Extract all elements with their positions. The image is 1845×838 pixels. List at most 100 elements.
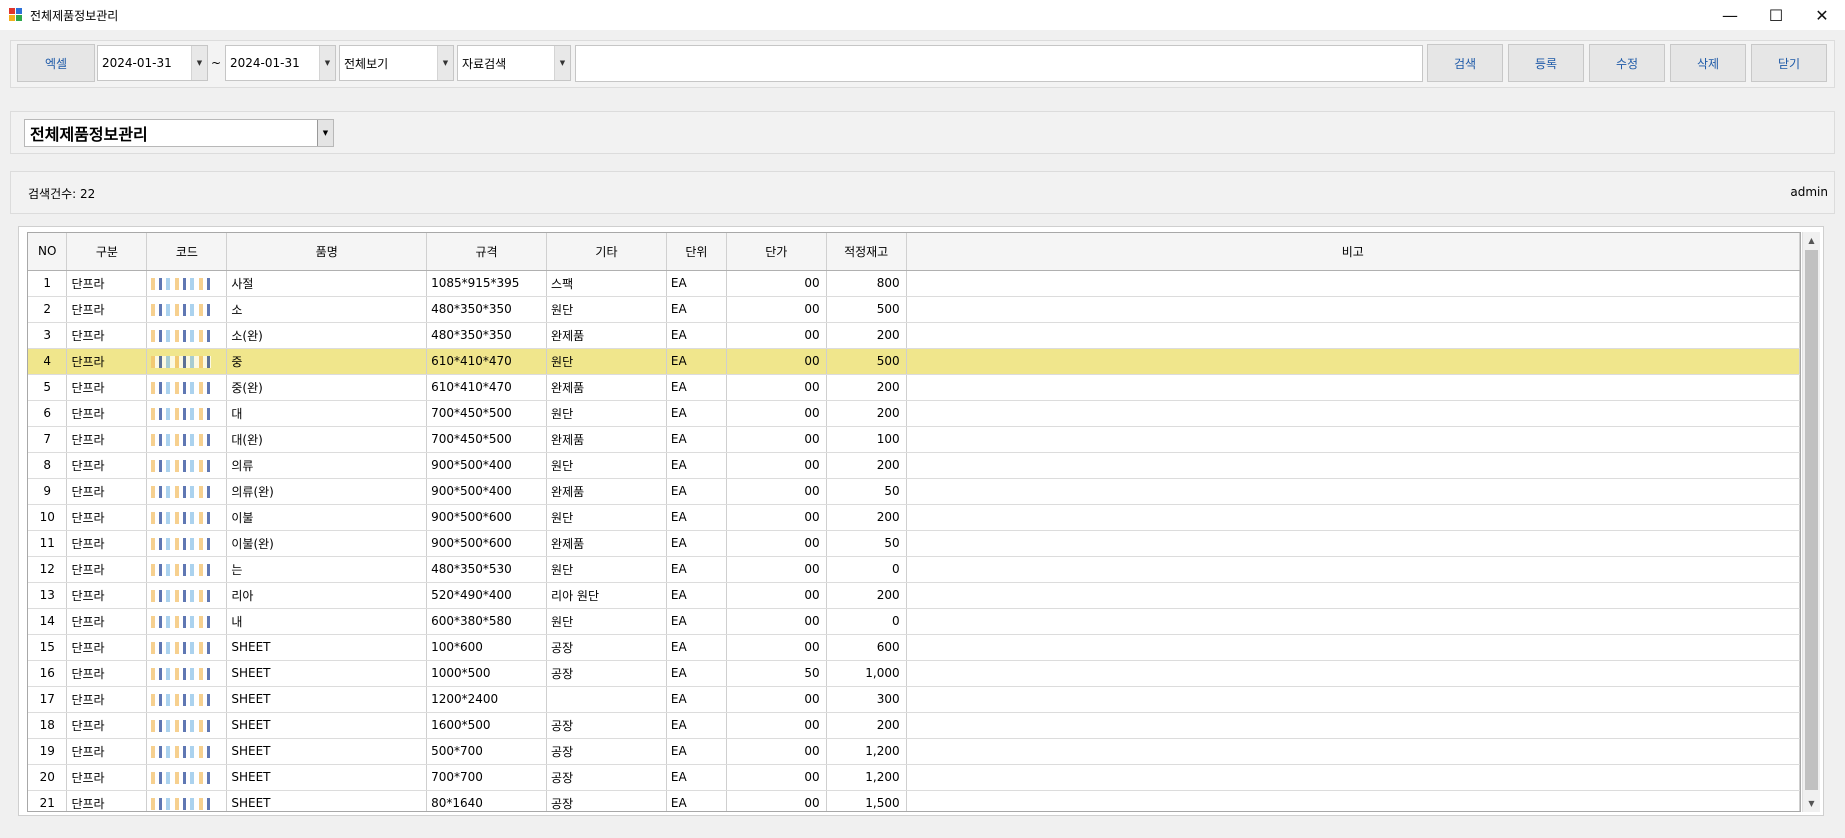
redacted-code [151, 641, 212, 654]
cell-etc: 원단 [546, 608, 667, 635]
scrollbar-thumb[interactable] [1805, 250, 1818, 790]
maximize-icon[interactable]: ☐ [1753, 0, 1799, 30]
cell-name: 의류 [226, 452, 428, 479]
scroll-up-icon[interactable]: ▲ [1803, 232, 1820, 249]
table-row[interactable]: 11 단프라 이불(완) 900*500*600 완제품 EA 00 50 [28, 530, 1800, 557]
chevron-down-icon[interactable]: ▼ [437, 46, 453, 80]
date-from-picker[interactable]: 2024-01-31 ▼ [97, 45, 208, 81]
table-row[interactable]: 2 단프라 소 480*350*350 원단 EA 00 500 [28, 296, 1800, 323]
cell-type: 단프라 [66, 400, 148, 427]
table-row[interactable]: 5 단프라 중(완) 610*410*470 완제품 EA 00 200 [28, 374, 1800, 401]
table-row[interactable]: 15 단프라 SHEET 100*600 공장 EA 00 600 [28, 634, 1800, 661]
cell-no: 10 [28, 504, 68, 531]
cell-name: 소(완) [226, 322, 428, 349]
chevron-down-icon[interactable]: ▼ [191, 46, 207, 80]
cell-etc: 리아 원단 [546, 582, 667, 609]
cell-spec: 100*600 [426, 634, 548, 661]
redacted-code [151, 563, 212, 576]
cell-unit: EA [666, 582, 727, 609]
product-grid[interactable]: NO 구분 코드 품명 규격 기타 단위 단가 적정재고 비고 1 단프라 사절 10… [27, 232, 1801, 812]
cell-spec: 700*450*500 [426, 426, 548, 453]
cell-price: 00 [726, 790, 827, 811]
redacted-code [151, 511, 212, 524]
table-row[interactable]: 12 단프라 는 480*350*530 원단 EA 00 0 [28, 556, 1800, 583]
table-row[interactable]: 3 단프라 소(완) 480*350*350 완제품 EA 00 200 [28, 322, 1800, 349]
cell-note [906, 322, 1800, 349]
column-header-type[interactable]: 구분 [66, 233, 148, 271]
cell-note [906, 530, 1800, 557]
scroll-down-icon[interactable]: ▼ [1803, 795, 1820, 812]
column-header-note[interactable]: 비고 [906, 233, 1800, 271]
table-row[interactable]: 1 단프라 사절 1085*915*395 스팩 EA 00 800 [28, 270, 1800, 297]
minimize-icon[interactable]: — [1707, 0, 1753, 30]
search-input[interactable] [575, 45, 1423, 82]
cell-no: 6 [28, 400, 68, 427]
cell-no: 14 [28, 608, 68, 635]
product-table: NO 구분 코드 품명 규격 기타 단위 단가 적정재고 비고 1 단프라 사절 10… [28, 233, 1800, 811]
search-mode-select[interactable]: 자료검색 ▼ [457, 45, 571, 81]
chevron-down-icon[interactable]: ▼ [319, 46, 335, 80]
column-header-stock[interactable]: 적정재고 [826, 233, 907, 271]
close-icon[interactable]: ✕ [1799, 0, 1845, 30]
column-header-unit[interactable]: 단위 [666, 233, 727, 271]
cell-etc: 원단 [546, 504, 667, 531]
table-row[interactable]: 20 단프라 SHEET 700*700 공장 EA 00 1,200 [28, 764, 1800, 791]
date-to-picker[interactable]: 2024-01-31 ▼ [225, 45, 336, 81]
table-row[interactable]: 7 단프라 대(완) 700*450*500 완제품 EA 00 100 [28, 426, 1800, 453]
table-row[interactable]: 21 단프라 SHEET 80*1640 공장 EA 00 1,500 [28, 790, 1800, 811]
cell-spec: 610*410*470 [426, 374, 548, 401]
cell-etc: 완제품 [546, 426, 667, 453]
app-window: 전체제품정보관리 — ☐ ✕ 엑셀 2024-01-31 ▼ ~ 2024-01… [0, 0, 1845, 838]
redacted-code [151, 693, 212, 706]
category-select[interactable]: 전체제품정보관리 ▼ [24, 119, 334, 147]
register-button[interactable]: 등록 [1508, 44, 1584, 82]
column-header-no[interactable]: NO [28, 233, 68, 271]
table-row[interactable]: 17 단프라 SHEET 1200*2400 EA 00 300 [28, 686, 1800, 713]
cell-spec: 520*490*400 [426, 582, 548, 609]
column-header-code[interactable]: 코드 [146, 233, 228, 271]
close-button[interactable]: 닫기 [1751, 44, 1827, 82]
table-row[interactable]: 6 단프라 대 700*450*500 원단 EA 00 200 [28, 400, 1800, 427]
cell-stock: 600 [826, 634, 907, 661]
cell-type: 단프라 [66, 452, 148, 479]
column-header-price[interactable]: 단가 [726, 233, 827, 271]
table-row[interactable]: 19 단프라 SHEET 500*700 공장 EA 00 1,200 [28, 738, 1800, 765]
cell-etc [546, 686, 667, 713]
cell-etc: 원단 [546, 452, 667, 479]
column-header-etc[interactable]: 기타 [546, 233, 667, 271]
column-header-name[interactable]: 품명 [226, 233, 428, 271]
cell-no: 11 [28, 530, 68, 557]
cell-stock: 1,500 [826, 790, 907, 811]
delete-button[interactable]: 삭제 [1670, 44, 1746, 82]
chevron-down-icon[interactable]: ▼ [317, 120, 333, 146]
cell-code [146, 426, 228, 453]
table-row[interactable]: 9 단프라 의류(완) 900*500*400 완제품 EA 00 50 [28, 478, 1800, 505]
edit-button[interactable]: 수정 [1589, 44, 1665, 82]
table-row[interactable]: 13 단프라 리아 520*490*400 리아 원단 EA 00 200 [28, 582, 1800, 609]
cell-spec: 80*1640 [426, 790, 548, 811]
cell-name: 대 [226, 400, 428, 427]
excel-button[interactable]: 엑셀 [17, 44, 95, 82]
cell-spec: 480*350*350 [426, 322, 548, 349]
cell-name: SHEET [226, 634, 428, 661]
chevron-down-icon[interactable]: ▼ [554, 46, 570, 80]
cell-type: 단프라 [66, 556, 148, 583]
table-row[interactable]: 16 단프라 SHEET 1000*500 공장 EA 50 1,000 [28, 660, 1800, 687]
cell-etc: 완제품 [546, 530, 667, 557]
view-select[interactable]: 전체보기 ▼ [339, 45, 454, 81]
cell-price: 00 [726, 686, 827, 713]
table-row[interactable]: 10 단프라 이불 900*500*600 원단 EA 00 200 [28, 504, 1800, 531]
column-header-spec[interactable]: 규격 [426, 233, 548, 271]
app-icon [9, 8, 23, 22]
cell-no: 21 [28, 790, 68, 811]
table-row[interactable]: 8 단프라 의류 900*500*400 원단 EA 00 200 [28, 452, 1800, 479]
search-button[interactable]: 검색 [1427, 44, 1503, 82]
table-row[interactable]: 14 단프라 내 600*380*580 원단 EA 00 0 [28, 608, 1800, 635]
vertical-scrollbar[interactable]: ▲ ▼ [1802, 232, 1820, 812]
cell-note [906, 634, 1800, 661]
cell-name: SHEET [226, 712, 428, 739]
table-row[interactable]: 18 단프라 SHEET 1600*500 공장 EA 00 200 [28, 712, 1800, 739]
table-row[interactable]: 4 단프라 중 610*410*470 원단 EA 00 500 [28, 348, 1800, 375]
window-title: 전체제품정보관리 [30, 9, 119, 23]
cell-code [146, 452, 228, 479]
